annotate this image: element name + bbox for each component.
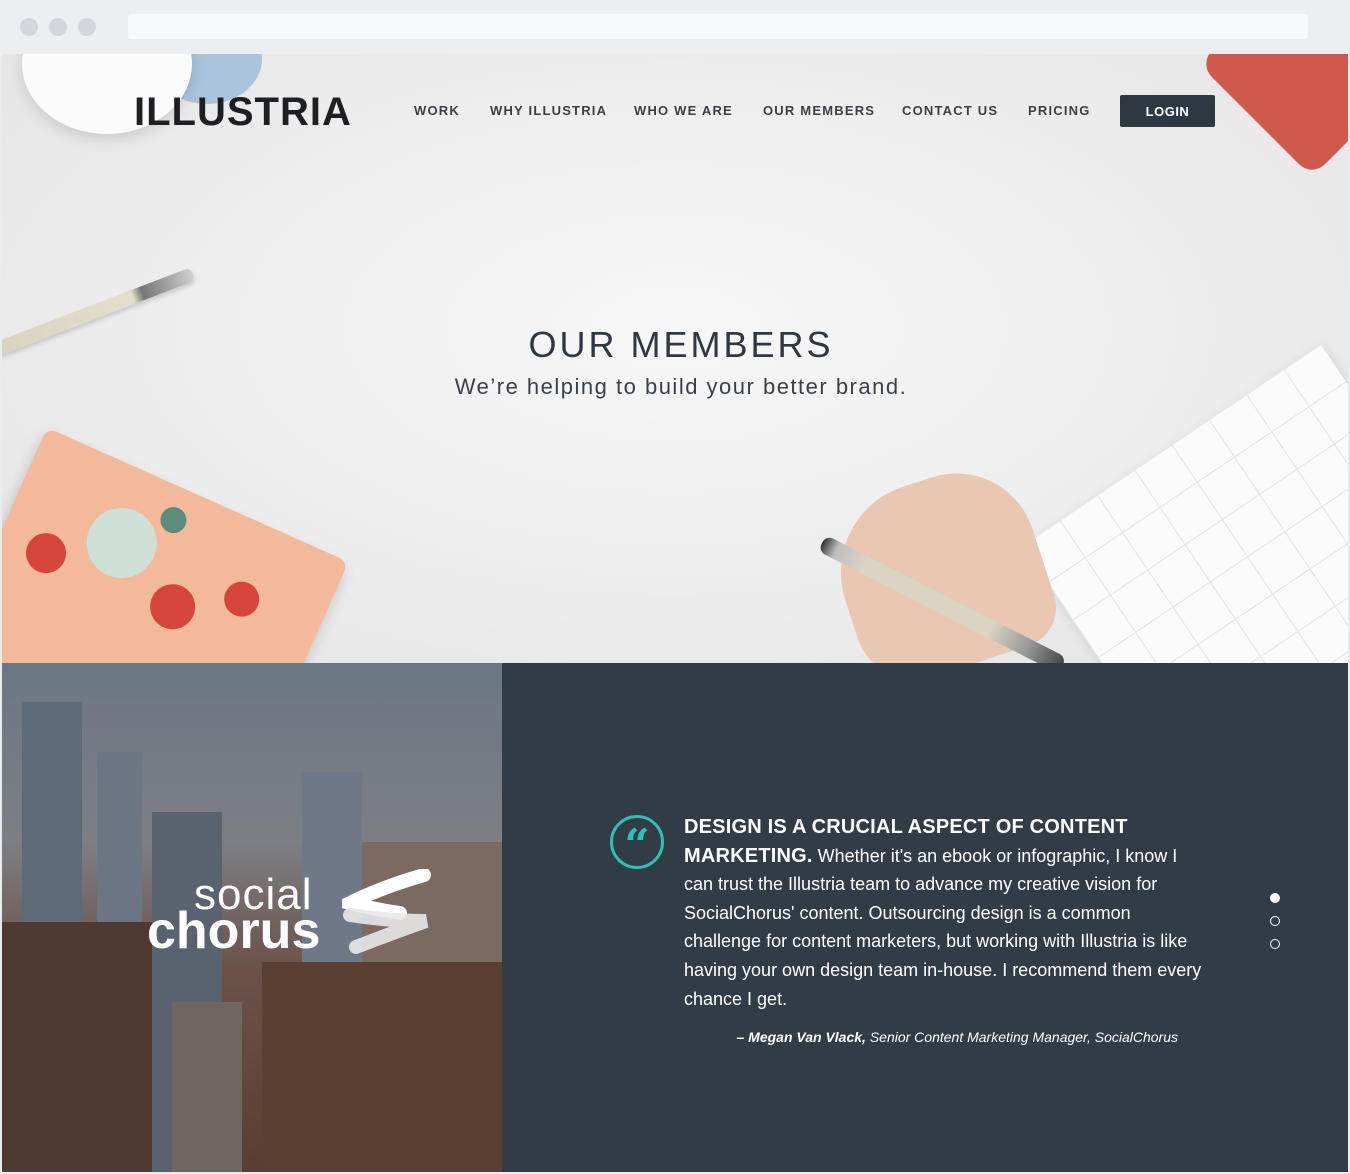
pager-dot-1[interactable] xyxy=(1270,893,1280,903)
testimonial-author-title: Senior Content Marketing Manager, Social… xyxy=(865,1029,1178,1045)
nav-item-work[interactable]: WORK xyxy=(414,103,460,118)
quote-icon: “ xyxy=(610,815,664,869)
pager-dot-3[interactable] xyxy=(1270,939,1280,949)
window-minimize-dot[interactable] xyxy=(49,18,67,36)
testimonial-attribution: – Megan Van Vlack, Senior Content Market… xyxy=(737,1029,1179,1045)
flower-decor xyxy=(75,496,168,590)
browser-chrome xyxy=(0,0,1350,54)
building-decor xyxy=(262,962,502,1172)
page-title: OUR MEMBERS xyxy=(528,324,834,365)
flower-decor xyxy=(142,577,203,637)
login-button[interactable]: LOGIN xyxy=(1120,95,1215,127)
page-viewport: ILLUSTRIA WORK WHY ILLUSTRIA WHO WE ARE … xyxy=(2,54,1348,1172)
flower-decor xyxy=(156,502,191,538)
window-maximize-dot[interactable] xyxy=(78,18,96,36)
client-logo-text-bottom: chorus xyxy=(147,902,321,960)
testimonial-image: social chorus xyxy=(2,663,502,1172)
hero-section: ILLUSTRIA WORK WHY ILLUSTRIA WHO WE ARE … xyxy=(2,54,1348,663)
page-subtitle: We’re helping to build your better brand… xyxy=(454,374,908,399)
nav-item-contact-us[interactable]: CONTACT US xyxy=(902,103,998,118)
testimonial-quote-body: Whether it's an ebook or infographic, I … xyxy=(684,845,1202,1009)
pager-dot-2[interactable] xyxy=(1270,916,1280,926)
flower-decor xyxy=(19,526,73,580)
testimonial-author: – Megan Van Vlack, xyxy=(736,1029,866,1045)
flower-decor xyxy=(218,576,265,623)
site-logo[interactable]: ILLUSTRIA xyxy=(134,90,352,135)
nav-item-our-members[interactable]: OUR MEMBERS xyxy=(763,103,875,118)
hero-decor-notebook xyxy=(2,427,349,663)
hero-decor-red-card xyxy=(1198,54,1348,178)
window-close-dot[interactable] xyxy=(20,18,38,36)
building-decor xyxy=(2,922,152,1172)
address-bar[interactable] xyxy=(128,14,1308,39)
testimonial-pager xyxy=(1270,893,1280,962)
testimonial-section: social chorus “ DESIGN IS A CRUCIAL ASPE… xyxy=(2,663,1348,1172)
nav-item-pricing[interactable]: PRICING xyxy=(1028,103,1091,118)
nav-item-who-we-are[interactable]: WHO WE ARE xyxy=(634,103,733,118)
client-logo-icon xyxy=(342,869,431,954)
street-decor xyxy=(172,1002,242,1172)
testimonial-quote: DESIGN IS A CRUCIAL ASPECT OF CONTENT MA… xyxy=(684,813,1204,1013)
nav-item-why-illustria[interactable]: WHY ILLUSTRIA xyxy=(490,103,607,118)
